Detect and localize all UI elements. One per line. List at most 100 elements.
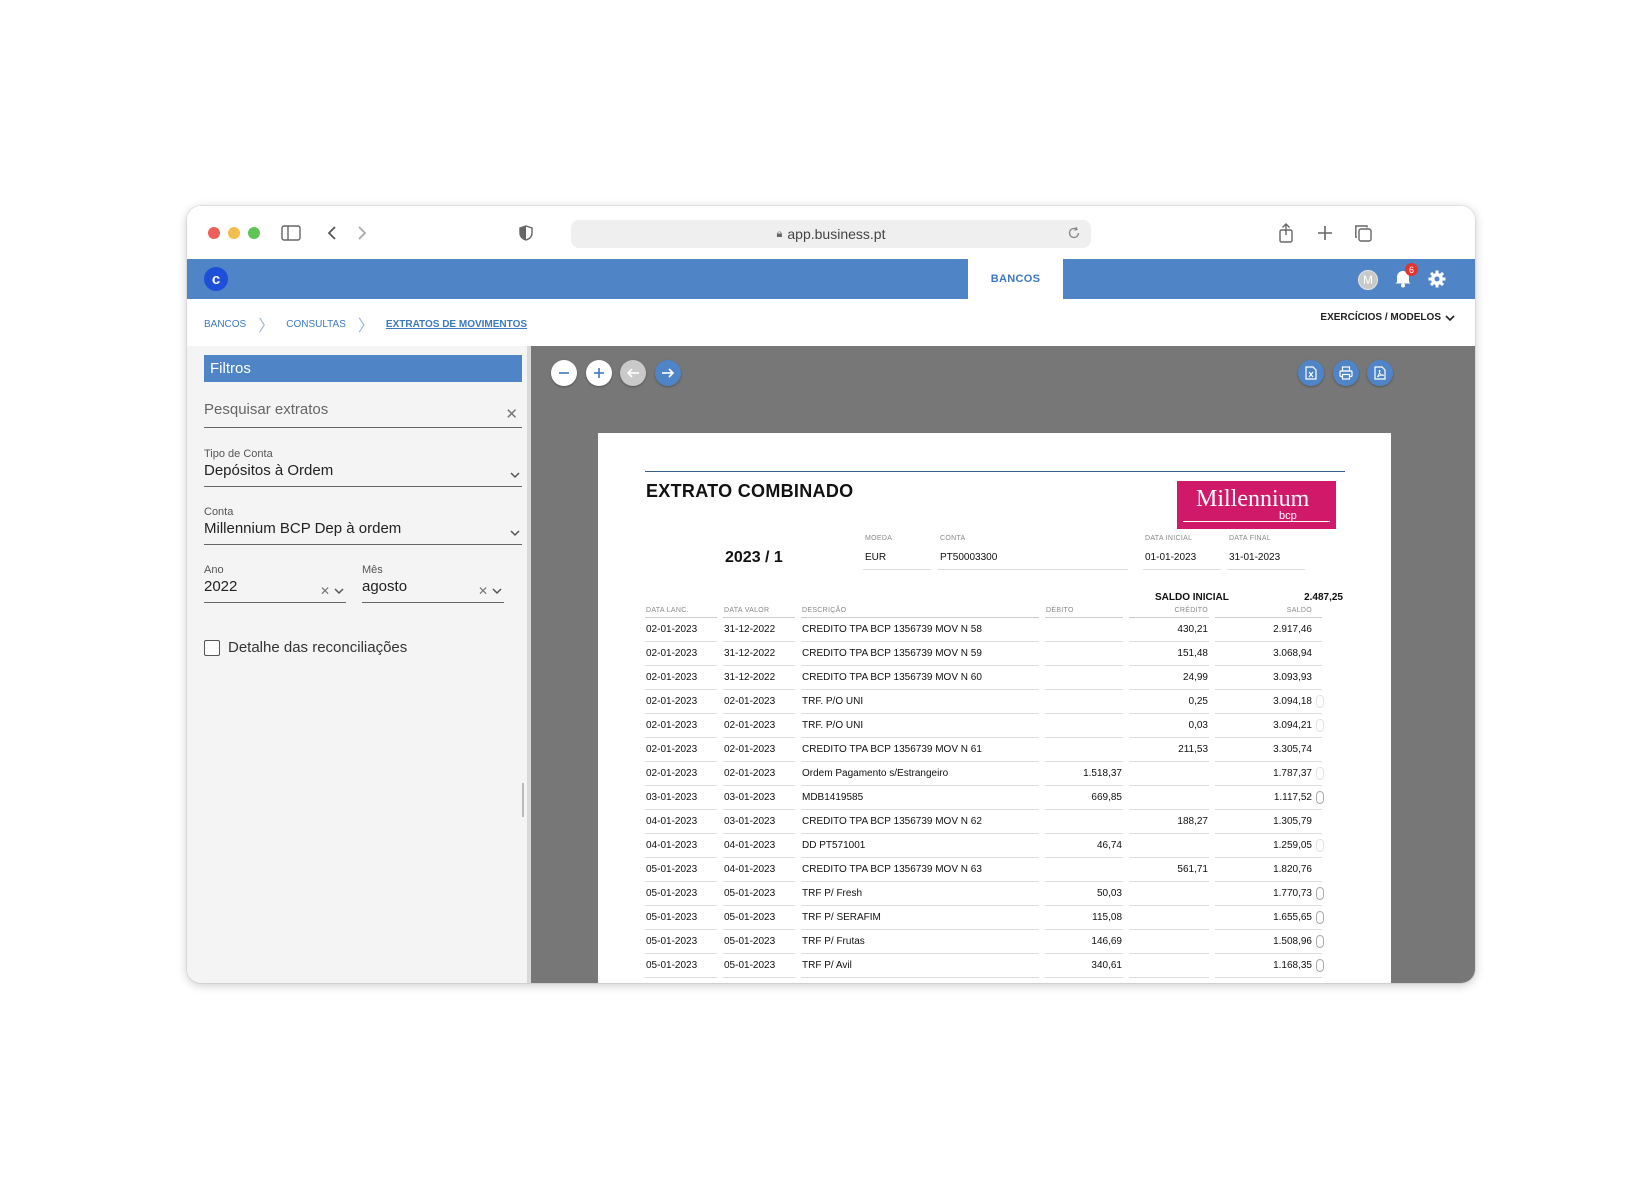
cell-saldo: 2.917,46 [1215, 618, 1322, 642]
cell-descricao: MDB1419585 [801, 786, 1039, 810]
table-row[interactable]: 02-01-2023 02-01-2023 CREDITO TPA BCP 1356… [645, 738, 1322, 762]
col-credito: CRÉDITO [1129, 604, 1209, 618]
paperclip-icon[interactable] [1316, 839, 1324, 852]
paperclip-icon[interactable] [1316, 959, 1324, 972]
back-icon[interactable] [320, 221, 344, 245]
cell-descricao: CREDITO TPA BCP 1356739 MOV N 61 [801, 738, 1039, 762]
zoom-out-button[interactable] [551, 360, 577, 386]
tipo-conta-label: Tipo de Conta [204, 448, 273, 460]
cell-descricao-text: CREDITO TPA BCP 1356739 MOV N 59 [802, 648, 982, 659]
reload-icon[interactable] [1067, 226, 1081, 243]
detalhe-reconciliacoes-checkbox[interactable]: Detalhe das reconciliações [204, 639, 407, 656]
cell-data-valor-text: 04-01-2023 [724, 864, 776, 875]
exercicios-modelos-menu[interactable]: EXERCÍCIOS / MODELOS [1320, 312, 1455, 323]
paperclip-icon[interactable] [1316, 791, 1324, 804]
cell-saldo: 1.117,52 [1215, 786, 1324, 810]
tab-bancos[interactable]: BANCOS [968, 259, 1063, 299]
table-row[interactable]: 02-01-2023 02-01-2023 TRF. P/O UNI 0,03 3.09… [645, 714, 1324, 738]
cell-descricao: TRF P/ Fresh [801, 882, 1039, 906]
cell-descricao-text: TRF P/ Fresh [802, 888, 863, 899]
table-row[interactable]: 04-01-2023 03-01-2023 CREDITO TPA BCP 1356… [645, 810, 1322, 834]
cell-credito-text: 561,71 [1177, 864, 1208, 875]
breadcrumb-consultas[interactable]: CONSULTAS [286, 319, 346, 330]
cell-descricao-text: CREDITO TPA BCP 1356739 MOV N 63 [802, 864, 982, 875]
table-row[interactable]: 05-01-2023 05-01-2023 TRF P/ SERAFIM 115,08… [645, 906, 1324, 930]
privacy-shield-icon[interactable] [514, 221, 538, 245]
conta-select[interactable]: Conta Millennium BCP Dep à ordem [204, 506, 522, 545]
paperclip-icon[interactable] [1316, 719, 1324, 732]
cell-data-lanc-text: 02-01-2023 [646, 672, 698, 683]
table-row[interactable]: 02-01-2023 31-12-2022 CREDITO TPA BCP 1356… [645, 642, 1322, 666]
cell-saldo-text: 1.508,96 [1273, 936, 1312, 947]
header-rule [645, 471, 1345, 472]
paperclip-icon[interactable] [1316, 767, 1324, 780]
close-window-button[interactable] [208, 227, 220, 239]
print-button[interactable] [1333, 360, 1359, 386]
table-row[interactable]: 05-01-2023 05-01-2023 TRF P/ Fresh 50,03 1.7… [645, 882, 1324, 906]
zoom-in-button[interactable] [586, 360, 612, 386]
moeda-label: MOEDA [865, 535, 893, 542]
cell-credito [1129, 762, 1209, 786]
app-header: c BANCOS M 6 [187, 259, 1475, 299]
export-excel-button[interactable] [1298, 360, 1324, 386]
table-row[interactable]: 05-01-2023 05-01-2023 TRF P/ Avil 340,61 1.1… [645, 954, 1324, 978]
cell-saldo-text: 1.770,73 [1273, 888, 1312, 899]
table-row[interactable]: 05-01-2023 05-01-2023 TRF P/ Frutas 146,69 1… [645, 930, 1324, 954]
cell-descricao: CREDITO TPA BCP 1356739 MOV N 58 [801, 618, 1039, 642]
sidebar-toggle-icon[interactable] [279, 221, 303, 245]
col-descricao: DESCRIÇÃO [801, 604, 1039, 618]
gear-icon[interactable] [1426, 268, 1448, 290]
filters-header: Filtros [204, 355, 522, 382]
breadcrumb-extratos[interactable]: EXTRATOS DE MOVIMENTOS [386, 319, 527, 330]
breadcrumb-bancos[interactable]: BANCOS [204, 319, 246, 330]
chevron-down-icon [510, 528, 520, 540]
export-pdf-button[interactable] [1367, 360, 1393, 386]
paperclip-icon[interactable] [1316, 887, 1324, 900]
app-logo[interactable]: c [204, 267, 228, 291]
cell-data-valor-text: 02-01-2023 [724, 696, 776, 707]
millennium-bcp-logo: Millennium bcp [1177, 481, 1336, 529]
search-input[interactable]: Pesquisar extratos ✕ [204, 401, 522, 428]
minimize-window-button[interactable] [228, 227, 240, 239]
ano-select[interactable]: Ano 2022 ✕ [204, 564, 346, 603]
paperclip-icon[interactable] [1316, 935, 1324, 948]
address-bar[interactable]: 🔒︎ app.business.pt [571, 220, 1091, 248]
clear-mes-icon[interactable]: ✕ [478, 584, 488, 598]
cell-saldo-text: 3.068,94 [1273, 648, 1312, 659]
cell-data-lanc-text: 04-01-2023 [646, 816, 698, 827]
resize-handle[interactable] [522, 783, 524, 817]
table-row[interactable]: 02-01-2023 02-01-2023 TRF. P/O UNI 0,25 3.09… [645, 690, 1324, 714]
maximize-window-button[interactable] [248, 227, 260, 239]
data-inicial-rule [1143, 569, 1221, 570]
cell-data-valor-text: 31-12-2022 [724, 672, 776, 683]
avatar[interactable]: M [1358, 270, 1378, 290]
ano-label: Ano [204, 564, 224, 576]
checkbox-box[interactable] [204, 639, 220, 656]
tab-overview-icon[interactable] [1351, 221, 1375, 245]
table-row[interactable]: 04-01-2023 04-01-2023 DD PT571001 46,74 1.25… [645, 834, 1324, 858]
tipo-conta-select[interactable]: Tipo de Conta Depósitos à Ordem [204, 448, 522, 487]
cell-credito: 188,27 [1129, 810, 1209, 834]
share-icon[interactable] [1274, 221, 1298, 245]
table-row[interactable]: 03-01-2023 03-01-2023 MDB1419585 669,85 1.11… [645, 786, 1324, 810]
cell-saldo-text: 1.820,76 [1273, 864, 1312, 875]
cell-data-valor: 05-01-2023 [723, 882, 795, 906]
cell-credito [1129, 954, 1209, 978]
paperclip-icon[interactable] [1316, 911, 1324, 924]
table-row[interactable]: 02-01-2023 31-12-2022 CREDITO TPA BCP 1356… [645, 618, 1322, 642]
paperclip-icon[interactable] [1316, 695, 1324, 708]
clear-search-icon[interactable]: ✕ [505, 405, 518, 423]
table-row[interactable]: 02-01-2023 02-01-2023 Ordem Pagamento s/Es… [645, 762, 1324, 786]
forward-icon[interactable] [350, 221, 374, 245]
table-row[interactable]: 02-01-2023 31-12-2022 CREDITO TPA BCP 1356… [645, 666, 1322, 690]
new-tab-icon[interactable] [1313, 221, 1337, 245]
cell-descricao-text: DD PT571001 [802, 840, 866, 851]
previous-page-button[interactable] [620, 360, 646, 386]
table-row[interactable]: 05-01-2023 04-01-2023 CREDITO TPA BCP 1356… [645, 858, 1322, 882]
next-page-button[interactable] [655, 360, 681, 386]
mes-select[interactable]: Mês agosto ✕ [362, 564, 504, 603]
cell-data-lanc: 02-01-2023 [645, 714, 717, 738]
cell-data-lanc: 02-01-2023 [645, 642, 717, 666]
cell-data-lanc-text: 02-01-2023 [646, 744, 698, 755]
clear-ano-icon[interactable]: ✕ [320, 584, 330, 598]
